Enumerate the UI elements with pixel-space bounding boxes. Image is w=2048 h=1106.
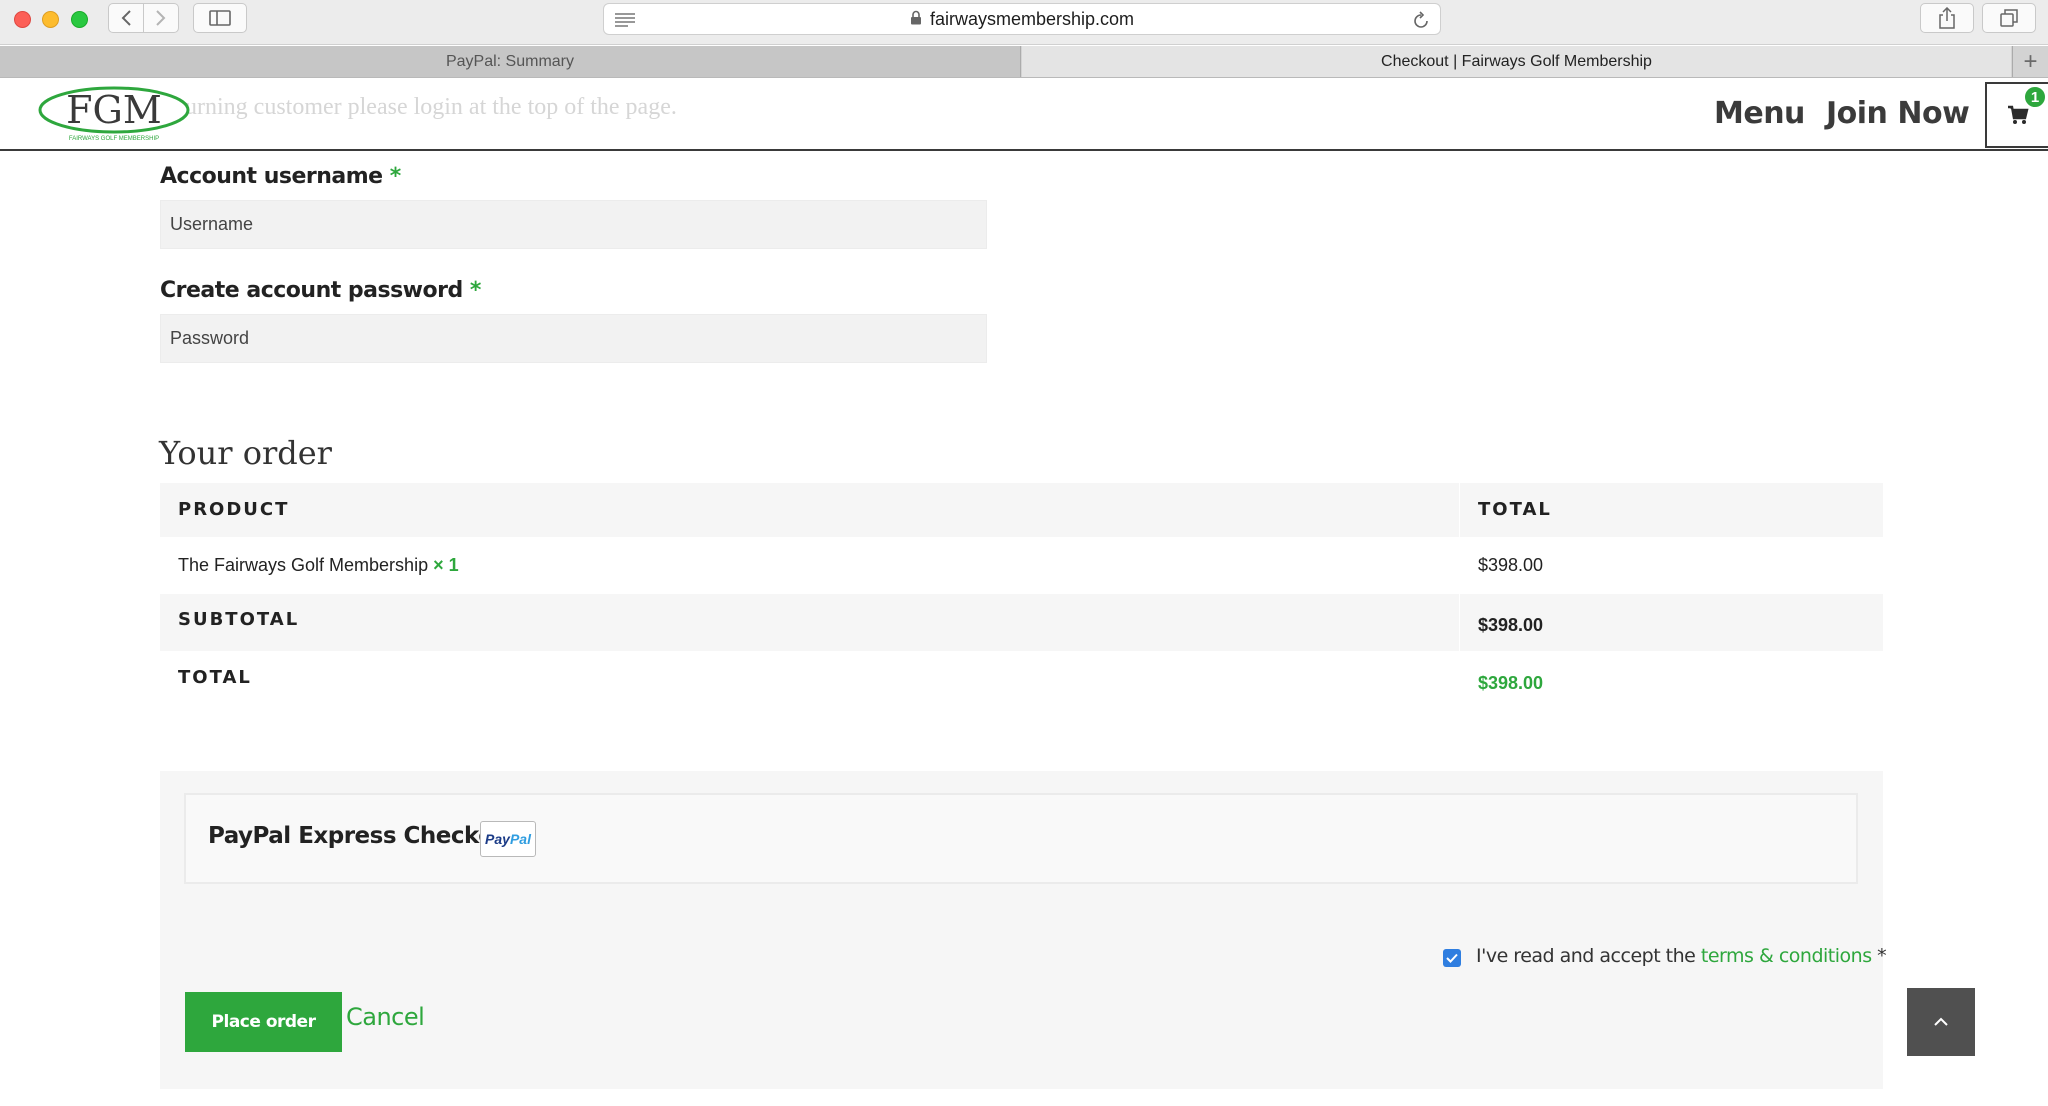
tab-label: PayPal: Summary xyxy=(445,52,575,70)
username-label: Account username * xyxy=(160,164,401,189)
table-row: The Fairways Golf Membership × 1 $398.00 xyxy=(160,538,1883,593)
subtotal-value: $398.00 xyxy=(1478,615,1544,635)
subtotal-row: SUBTOTAL $398.00 xyxy=(160,594,1883,651)
close-window-button[interactable] xyxy=(14,11,31,28)
back-button[interactable] xyxy=(108,3,144,33)
terms-prefix: I've read and accept the xyxy=(1476,945,1701,967)
reader-icon[interactable] xyxy=(614,11,636,32)
cart-icon xyxy=(2008,105,2029,124)
product-name-cell: The Fairways Golf Membership × 1 xyxy=(178,555,459,576)
minimize-window-button[interactable] xyxy=(42,11,59,28)
column-header-total: TOTAL xyxy=(1478,499,1552,520)
column-header-product: PRODUCT xyxy=(178,499,290,520)
show-tabs-button[interactable] xyxy=(1982,3,2036,33)
zoom-window-button[interactable] xyxy=(71,11,88,28)
payment-method-label: PayPal Express Checkout xyxy=(208,823,520,849)
tabs-icon xyxy=(2000,9,2018,27)
product-name: The Fairways Golf Membership xyxy=(178,555,429,575)
logo-text: FGM xyxy=(66,88,162,132)
paypal-logo: Pay Pal xyxy=(480,821,536,857)
reload-icon[interactable] xyxy=(1412,10,1430,35)
forward-button[interactable] xyxy=(143,3,179,33)
paypal-logo-pay: Pay xyxy=(485,831,510,847)
scroll-to-top-button[interactable] xyxy=(1907,988,1975,1056)
payment-panel: PayPal Express Checkout Pay Pal I've read… xyxy=(160,771,1887,1089)
nav-join-now-link[interactable]: Join Now xyxy=(1826,96,1970,131)
lock-icon xyxy=(910,9,922,30)
terms-label: I've read and accept the terms & conditi… xyxy=(1476,945,1887,967)
table-header-row: PRODUCT TOTAL xyxy=(160,483,1883,537)
cart-count-badge: 1 xyxy=(2023,85,2047,109)
total-value: $398.00 xyxy=(1478,673,1544,693)
payment-method-option[interactable]: PayPal Express Checkout Pay Pal xyxy=(184,793,1858,884)
tab-label: Checkout | Fairways Golf Membership xyxy=(1381,52,1652,70)
password-input[interactable]: Password xyxy=(160,314,987,363)
cancel-link[interactable]: Cancel xyxy=(346,1003,425,1031)
url-text: fairwaysmembership.com xyxy=(929,8,1135,29)
paypal-logo-pal: Pal xyxy=(509,831,531,847)
share-button[interactable] xyxy=(1920,3,1974,33)
username-label-text: Account username xyxy=(160,164,383,189)
username-input[interactable]: Username xyxy=(160,200,987,249)
fgm-logo[interactable]: FGM FAIRWAYS GOLF MEMBERSHIP xyxy=(36,82,196,146)
place-order-button[interactable]: Place order xyxy=(185,992,342,1052)
required-mark: * xyxy=(469,278,482,303)
tab-checkout[interactable]: Checkout | Fairways Golf Membership xyxy=(1022,46,2011,77)
terms-conditions-link[interactable]: terms & conditions xyxy=(1701,945,1872,967)
password-label-text: Create account password xyxy=(160,278,463,303)
forward-icon xyxy=(156,10,166,26)
logo-subtext: FAIRWAYS GOLF MEMBERSHIP xyxy=(69,136,159,142)
total-label: TOTAL xyxy=(178,667,252,688)
product-quantity: × 1 xyxy=(433,555,459,575)
checkmark-icon xyxy=(1446,953,1458,963)
sidebar-button[interactable] xyxy=(193,3,247,33)
total-row: TOTAL $398.00 xyxy=(160,652,1883,710)
chevron-up-icon xyxy=(1934,1017,1948,1026)
nav-menu-link[interactable]: Menu xyxy=(1714,96,1805,131)
subtotal-label: SUBTOTAL xyxy=(178,609,300,630)
terms-required-mark: * xyxy=(1871,945,1887,967)
back-icon xyxy=(121,10,131,26)
browser-toolbar: fairwaysmembership.com xyxy=(0,0,2048,45)
product-total: $398.00 xyxy=(1478,555,1544,575)
password-label: Create account password * xyxy=(160,278,481,303)
tab-strip: PayPal: Summary Checkout | Fairways Golf… xyxy=(0,46,2048,78)
address-bar[interactable]: fairwaysmembership.com xyxy=(603,3,1441,35)
your-order-heading: Your order xyxy=(159,434,332,472)
returning-customer-notice: urning customer please login at the top … xyxy=(185,94,677,120)
required-mark: * xyxy=(389,164,402,189)
tab-paypal-summary[interactable]: PayPal: Summary xyxy=(0,46,1021,77)
new-tab-button[interactable]: + xyxy=(2012,46,2048,77)
sidebar-icon xyxy=(209,10,231,26)
terms-checkbox[interactable] xyxy=(1443,949,1461,967)
share-icon xyxy=(1939,7,1955,29)
site-header: urning customer please login at the top … xyxy=(0,78,2048,151)
